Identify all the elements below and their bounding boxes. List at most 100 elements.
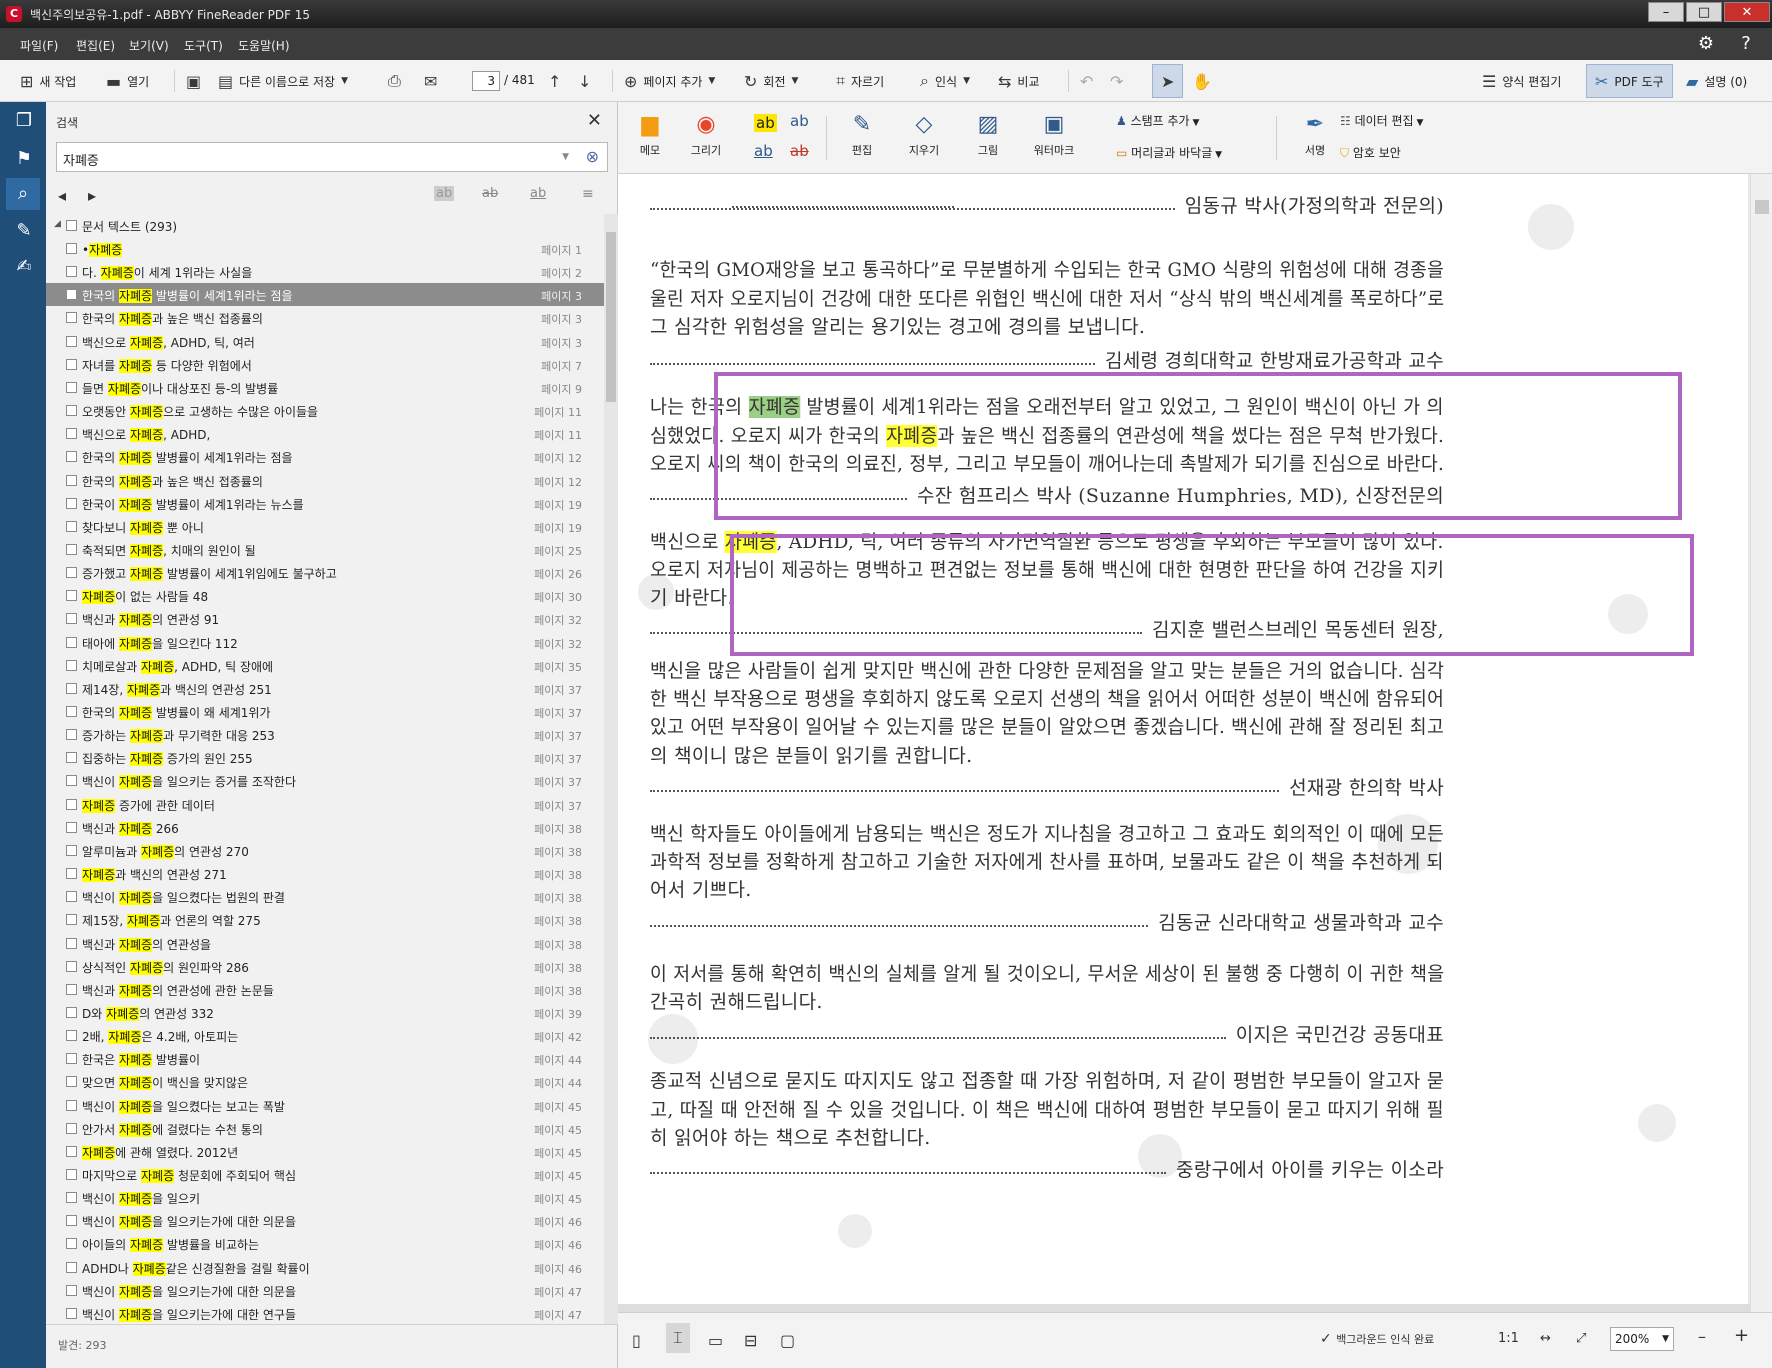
recognize-button[interactable]: ⌕ 인식 ▼ xyxy=(920,60,970,102)
search-result-row[interactable]: D와 자폐증의 연관성 332 페이지 39 xyxy=(46,1001,606,1024)
form-editor-button[interactable]: ☰ 양식 편집기 xyxy=(1482,60,1561,102)
collapse-triangle-icon[interactable]: ◢ xyxy=(54,219,61,229)
search-result-row[interactable]: 찾다보니 자폐증 뿐 아니 페이지 19 xyxy=(46,515,606,538)
search-result-row[interactable]: 백신이 자폐증을 일으키는 증거를 조작한다 페이지 37 xyxy=(46,769,606,792)
search-result-row[interactable]: 2배, 자폐증은 4.2배, 아토피는 페이지 42 xyxy=(46,1024,606,1047)
redo-button[interactable]: ↷ xyxy=(1110,60,1129,102)
annotation-frame[interactable] xyxy=(730,534,1694,656)
next-result-icon[interactable]: ▸ xyxy=(88,186,96,205)
search-result-row[interactable]: 안가서 자폐증에 걸렸다는 수천 통의 페이지 45 xyxy=(46,1117,606,1140)
search-result-row[interactable]: 백신과 자폐증의 연관성을 페이지 38 xyxy=(46,932,606,955)
menu-tools[interactable]: 도구(T) xyxy=(184,37,223,54)
search-result-row[interactable]: 자폐증과 백신의 연관성 271 페이지 38 xyxy=(46,862,606,885)
results-group-header[interactable]: ◢ 문서 텍스트 (293) xyxy=(46,214,606,237)
result-checkbox[interactable] xyxy=(66,729,77,741)
result-checkbox[interactable] xyxy=(66,844,77,856)
previous-result-icon[interactable]: ◂ xyxy=(58,186,66,205)
two-page-scroll-icon[interactable]: ⊟ xyxy=(744,1331,757,1350)
document-viewer[interactable]: 임동규 박사(가정의학과 전문의) “한국의 GMO재앙을 보고 통곡하다”로 무… xyxy=(618,174,1772,1312)
result-checkbox[interactable] xyxy=(66,1076,77,1088)
result-checkbox[interactable] xyxy=(66,613,77,625)
menu-edit[interactable]: 편집(E) xyxy=(76,37,115,54)
actual-size-button[interactable]: 1:1 xyxy=(1498,1331,1519,1346)
help-icon[interactable]: ? xyxy=(1736,34,1756,54)
page-number-input[interactable]: 3 xyxy=(472,71,500,91)
close-icon[interactable]: ✕ xyxy=(587,110,602,131)
previous-page-button[interactable]: ↑ xyxy=(548,60,567,102)
zoom-in-button[interactable]: + xyxy=(1734,1325,1749,1346)
result-checkbox[interactable] xyxy=(66,1192,77,1204)
fit-page-icon[interactable]: ⤢ xyxy=(1576,1331,1586,1346)
result-checkbox[interactable] xyxy=(66,1284,77,1296)
result-checkbox[interactable] xyxy=(66,289,77,301)
zoom-out-button[interactable]: – xyxy=(1698,1327,1706,1346)
search-result-row[interactable]: 제15장, 자폐증과 언론의 역할 275 페이지 38 xyxy=(46,908,606,931)
search-result-row[interactable]: 들면 자폐증이나 대상포진 등-의 발병률 페이지 9 xyxy=(46,376,606,399)
result-checkbox[interactable] xyxy=(66,960,77,972)
result-checkbox[interactable] xyxy=(66,1099,77,1111)
result-checkbox[interactable] xyxy=(66,868,77,880)
search-input[interactable]: 자폐증 ▼ ⊗ xyxy=(56,142,608,172)
result-checkbox[interactable] xyxy=(66,682,77,694)
menu-help[interactable]: 도움말(H) xyxy=(238,37,290,54)
single-page-view-icon[interactable]: ▯ xyxy=(632,1331,641,1350)
undo-button[interactable]: ↶ xyxy=(1080,60,1099,102)
result-checkbox[interactable] xyxy=(66,798,77,810)
result-checkbox[interactable] xyxy=(66,983,77,995)
result-checkbox[interactable] xyxy=(66,335,77,347)
gear-icon[interactable]: ⚙ xyxy=(1696,34,1716,54)
pages-icon[interactable]: ❐ xyxy=(13,110,35,132)
result-checkbox[interactable] xyxy=(66,381,77,393)
search-result-row[interactable]: 백신이 자폐증을 일으키는가에 대한 연구들 페이지 47 xyxy=(46,1302,606,1324)
search-result-row[interactable]: •자폐증 페이지 1 xyxy=(46,237,606,260)
search-result-row[interactable]: 한국의 자폐증 발병률이 세계1위라는 점을 페이지 12 xyxy=(46,445,606,468)
continuous-view-icon[interactable]: ⌶ xyxy=(666,1323,690,1353)
search-result-row[interactable]: 백신으로 자폐증, ADHD, 틱, 여러 페이지 3 xyxy=(46,330,606,353)
close-button[interactable]: ✕ xyxy=(1724,2,1770,22)
result-checkbox[interactable] xyxy=(66,1307,77,1319)
result-checkbox[interactable] xyxy=(66,821,77,833)
result-checkbox[interactable] xyxy=(66,497,77,509)
result-checkbox[interactable] xyxy=(66,1169,77,1180)
result-checkbox[interactable] xyxy=(66,312,77,324)
search-result-row[interactable]: 한국이 자폐증 발병률이 세계1위라는 뉴스를 페이지 19 xyxy=(46,492,606,515)
save-as-button[interactable]: ▤ 다른 이름으로 저장 ▼ xyxy=(218,60,348,102)
result-checkbox[interactable] xyxy=(66,543,77,555)
search-result-row[interactable]: 한국은 자폐증 발병률이 페이지 44 xyxy=(46,1047,606,1070)
menu-file[interactable]: 파일(F) xyxy=(20,37,58,54)
search-result-row[interactable]: 자녀를 자폐증 등 다양한 위험에서 페이지 7 xyxy=(46,353,606,376)
search-result-row[interactable]: 한국의 자폐증과 높은 백신 접종률의 페이지 12 xyxy=(46,469,606,492)
comments-button[interactable]: ▰ 설명 (0) xyxy=(1686,60,1747,102)
redact-format-icon[interactable]: ≡ xyxy=(582,186,594,202)
annotation-frame[interactable] xyxy=(714,372,1682,520)
select-tool-button[interactable]: ➤ xyxy=(1152,64,1184,98)
result-checkbox[interactable] xyxy=(66,1261,77,1273)
result-checkbox[interactable] xyxy=(66,1238,77,1250)
search-result-row[interactable]: 백신으로 자폐증, ADHD, 페이지 11 xyxy=(46,422,606,445)
result-checkbox[interactable] xyxy=(66,428,77,440)
open-button[interactable]: ▬ 열기 xyxy=(106,60,149,102)
search-result-row[interactable]: 제14장, 자폐증과 백신의 연관성 251 페이지 37 xyxy=(46,677,606,700)
highlight-text-tool[interactable]: ab xyxy=(754,114,777,132)
save-button[interactable]: ▣ xyxy=(186,60,207,102)
fullscreen-view-icon[interactable]: ▢ xyxy=(780,1331,795,1350)
watermark-tool[interactable]: ▣ 워터마크 xyxy=(1024,110,1084,158)
search-result-row[interactable]: 증가하는 자폐증과 무기력한 대응 253 페이지 37 xyxy=(46,723,606,746)
scrollbar-thumb[interactable] xyxy=(606,232,616,402)
zoom-select[interactable]: 200% ▼ xyxy=(1610,1327,1674,1351)
search-result-row[interactable]: 자폐증에 관해 열렸다. 2012년 페이지 45 xyxy=(46,1140,606,1163)
signature-panel-icon[interactable]: ✍ xyxy=(13,256,35,278)
result-checkbox[interactable] xyxy=(66,1053,77,1065)
email-button[interactable]: ✉ xyxy=(424,60,443,102)
maximize-button[interactable]: □ xyxy=(1686,2,1722,22)
draw-tool[interactable]: ◉ 그리기 xyxy=(684,110,728,158)
crop-button[interactable]: ⌗ 자르기 xyxy=(836,60,884,102)
strikethrough-format-icon[interactable]: ab xyxy=(482,186,498,201)
search-result-row[interactable]: 증가했고 자폐증 발병률이 세계1위임에도 불구하고 페이지 26 xyxy=(46,561,606,584)
search-result-row[interactable]: 백신과 자폐증의 연관성 91 페이지 32 xyxy=(46,607,606,630)
add-stamp-tool[interactable]: ♟ 스탬프 추가 ▼ xyxy=(1116,112,1199,129)
document-vertical-scrollbar[interactable] xyxy=(1750,174,1772,1312)
highlight-format-icon[interactable]: ab xyxy=(434,186,455,201)
data-edit-tool[interactable]: ☷ 데이터 편집 ▼ xyxy=(1340,112,1423,129)
results-scrollbar[interactable] xyxy=(604,214,618,1324)
